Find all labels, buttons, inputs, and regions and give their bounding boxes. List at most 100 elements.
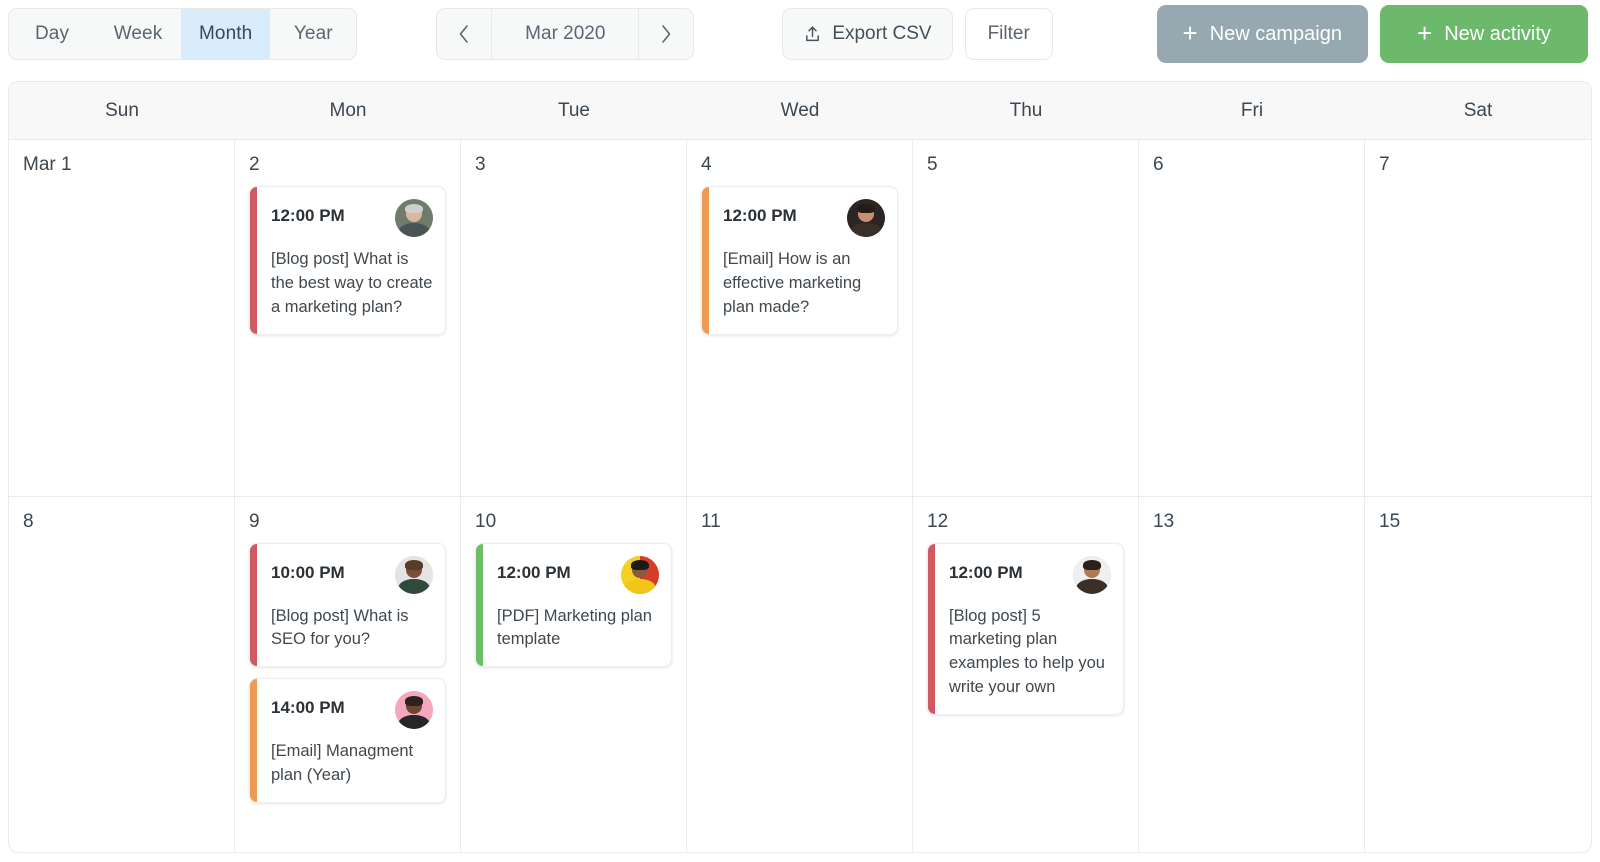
period-label: Mar 2020 [491, 9, 640, 59]
week-row: Mar 1 2 12:00 PM [Blog post] What is the be… [9, 140, 1591, 496]
event-card-body: 12:00 PM [PDF] Marketing plan template [483, 544, 671, 667]
tab-week[interactable]: Week [95, 9, 181, 59]
day-cell[interactable]: 13 [1139, 496, 1365, 852]
day-cell[interactable]: 9 10:00 PM [Blog post] What is SEO for you… [235, 496, 461, 852]
event-time: 12:00 PM [723, 206, 797, 225]
event-time: 12:00 PM [949, 562, 1023, 582]
day-number: 13 [1153, 510, 1175, 532]
day-header-wed: Wed [780, 99, 820, 121]
day-cell[interactable]: Mar 1 [9, 140, 235, 496]
new-activity-button[interactable]: + New activity [1380, 5, 1588, 63]
day-cell[interactable]: 10 12:00 PM [PDF] Marketing plan template [461, 496, 687, 852]
day-cell[interactable]: 11 [687, 496, 913, 852]
event-list: 12:00 PM [Blog post] What is the best way… [249, 186, 446, 335]
event-title: [Blog post] What is SEO for you? [271, 606, 409, 649]
period-navigator: Mar 2020 [436, 8, 695, 60]
day-cell[interactable]: 3 [461, 140, 687, 496]
event-title: [Email] Managment plan (Year) [271, 742, 414, 785]
avatar-man-curly-hair [1073, 555, 1111, 594]
avatar-woman-yellow-red-bg [621, 555, 659, 594]
day-header-fri: Fri [1240, 99, 1264, 121]
tab-year[interactable]: Year [270, 9, 356, 59]
tab-day[interactable]: Day [9, 9, 95, 59]
event-accent-bar [702, 187, 709, 334]
event-title: [Blog post] What is the best way to crea… [271, 250, 433, 316]
avatar-man-beard-pink-bg [395, 691, 433, 730]
event-list: 10:00 PM [Blog post] What is SEO for you?… [249, 542, 446, 804]
week-row: 8 9 10:00 PM [Blog post] What is SEO for yo… [9, 495, 1591, 853]
event-card[interactable]: 12:00 PM [Blog post] What is the best way… [249, 186, 446, 335]
plus-icon: + [1182, 18, 1198, 48]
export-csv-button[interactable]: Export CSV [782, 8, 953, 60]
day-number: 3 [475, 154, 486, 175]
day-number: 9 [249, 510, 260, 532]
event-accent-bar [250, 543, 257, 667]
day-cell[interactable]: 8 [9, 496, 235, 852]
day-cell[interactable]: 15 [1365, 497, 1591, 853]
day-header-tue: Tue [557, 99, 591, 121]
day-number: Mar 1 [23, 154, 72, 175]
tab-month[interactable]: Month [181, 9, 271, 59]
event-card[interactable]: 12:00 PM [PDF] Marketing plan template [475, 542, 672, 668]
event-list: 12:00 PM [Blog post] 5 marketing plan exa… [927, 542, 1124, 716]
event-title: [Email] How is an effective marketing pl… [723, 250, 862, 316]
day-cell[interactable]: 2 12:00 PM [Blog post] What is the best wa… [235, 140, 461, 496]
day-number: 2 [249, 154, 260, 175]
day-number: 11 [701, 510, 721, 532]
event-list: 12:00 PM [PDF] Marketing plan template [475, 542, 672, 668]
day-number: 5 [927, 154, 938, 175]
calendar-grid: Sun Mon Tue Wed Thu Fri Sat Mar 1 2 12:00 PM [Blo… [8, 81, 1592, 853]
event-card-header: 12:00 PM [949, 555, 1111, 594]
day-cell[interactable]: 7 [1365, 140, 1591, 496]
event-card[interactable]: 12:00 PM [Blog post] 5 marketing plan exa… [927, 542, 1124, 716]
day-number: 15 [1379, 510, 1401, 532]
new-campaign-label: New campaign [1209, 22, 1342, 45]
event-list: 12:00 PM [Email] How is an effective mark… [701, 186, 898, 335]
day-header-mon: Mon [329, 99, 367, 121]
event-title: [PDF] Marketing plan template [497, 606, 652, 649]
toolbar: Day Week Month Year Mar 2020 Export CSV … [0, 0, 1600, 68]
day-cell[interactable]: 6 [1139, 140, 1365, 496]
event-card[interactable]: 12:00 PM [Email] How is an effective mark… [701, 186, 898, 335]
chevron-right-icon [662, 25, 671, 43]
avatar-woman-grey-hair [395, 199, 433, 237]
event-accent-bar [928, 543, 935, 715]
day-number: 4 [701, 154, 712, 175]
event-time: 14:00 PM [271, 698, 345, 718]
event-card-body: 12:00 PM [Email] How is an effective mark… [709, 187, 897, 334]
event-card-body: 14:00 PM [Email] Managment plan (Year) [257, 679, 445, 802]
event-card[interactable]: 10:00 PM [Blog post] What is SEO for you? [249, 542, 446, 668]
day-header-sat: Sat [1463, 99, 1493, 121]
next-period-button[interactable] [639, 9, 693, 59]
day-number: 6 [1153, 154, 1164, 175]
event-card-header: 12:00 PM [271, 199, 433, 237]
day-number: 8 [23, 510, 34, 532]
new-activity-label: New activity [1444, 22, 1551, 45]
event-card-body: 12:00 PM [Blog post] What is the best way… [257, 187, 445, 334]
prev-period-button[interactable] [437, 9, 491, 59]
day-cell[interactable]: 5 [913, 140, 1139, 496]
day-header-sun: Sun [105, 99, 139, 121]
new-campaign-button[interactable]: + New campaign [1156, 5, 1368, 63]
day-number: 7 [1379, 154, 1390, 175]
avatar-woman-dark-hair [847, 199, 885, 237]
view-segmented-control[interactable]: Day Week Month Year [8, 8, 358, 60]
event-card-header: 12:00 PM [497, 555, 659, 594]
event-card-header: 14:00 PM [271, 691, 433, 730]
day-header-thu: Thu [1009, 99, 1043, 121]
event-time: 10:00 PM [271, 562, 345, 582]
chevron-left-icon [460, 25, 469, 43]
event-accent-bar [476, 543, 483, 667]
event-card-header: 12:00 PM [723, 199, 885, 237]
filter-button[interactable]: Filter [964, 8, 1053, 60]
upload-icon [806, 25, 820, 41]
event-time: 12:00 PM [497, 562, 571, 582]
primary-actions: + New campaign + New activity [1156, 5, 1588, 63]
day-cell[interactable]: 12 12:00 PM [Blog post] 5 marketing plan e… [913, 496, 1139, 852]
plus-icon: + [1417, 18, 1433, 48]
day-cell[interactable]: 4 12:00 PM [Email] How is an effective mar… [687, 140, 913, 496]
event-card[interactable]: 14:00 PM [Email] Managment plan (Year) [249, 678, 446, 804]
avatar-man-bald [395, 555, 433, 594]
day-number: 12 [927, 510, 949, 532]
event-time: 12:00 PM [271, 206, 345, 225]
